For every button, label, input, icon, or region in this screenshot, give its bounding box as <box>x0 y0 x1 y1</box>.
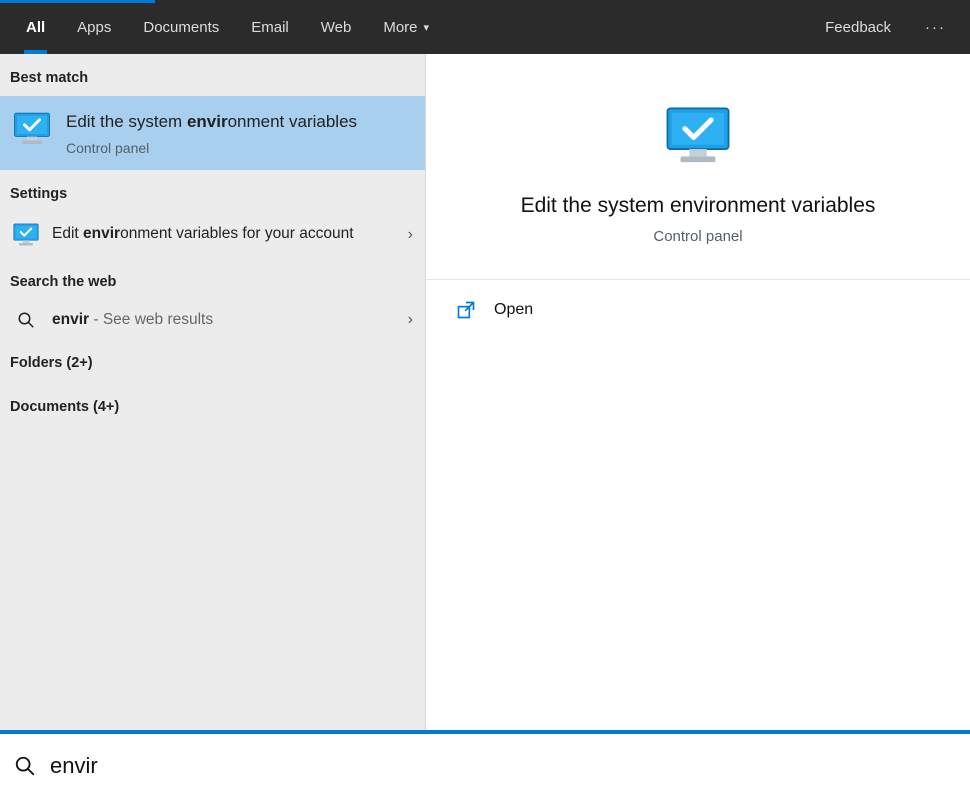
tab-email[interactable]: Email <box>235 0 305 54</box>
feedback-link[interactable]: Feedback <box>805 19 911 36</box>
tab-apps-label: Apps <box>77 19 111 36</box>
web-item-bold: envir <box>52 311 89 328</box>
best-match-subtitle: Control panel <box>66 140 357 156</box>
tab-web-label: Web <box>321 19 352 36</box>
tab-more-label: More <box>383 19 417 36</box>
result-web-item[interactable]: envir - See web results › <box>0 300 425 341</box>
tab-email-label: Email <box>251 19 289 36</box>
main-area: Best match Edit the system environment v… <box>0 54 970 732</box>
search-icon <box>14 755 36 777</box>
section-search-web: Search the web <box>0 258 425 300</box>
preview-header: Edit the system environment variables Co… <box>426 54 970 280</box>
filter-tab-bar: All Apps Documents Email Web More ▾ Feed… <box>0 0 970 54</box>
search-bar <box>0 732 970 798</box>
best-match-title: Edit the system environment variables <box>66 110 357 134</box>
tab-documents[interactable]: Documents <box>127 0 235 54</box>
tab-all-label: All <box>26 19 45 36</box>
settings-item-post: onment variables for your account <box>120 225 353 242</box>
preview-pane: Edit the system environment variables Co… <box>426 54 970 730</box>
tab-all[interactable]: All <box>10 0 61 54</box>
monitor-check-icon <box>12 222 40 248</box>
preview-title: Edit the system environment variables <box>521 194 876 218</box>
tab-web[interactable]: Web <box>305 0 368 54</box>
open-icon <box>456 300 476 320</box>
tab-documents-label: Documents <box>143 19 219 36</box>
action-open[interactable]: Open <box>426 280 970 340</box>
preview-subtitle: Control panel <box>653 228 742 245</box>
ellipsis-icon: ··· <box>925 19 946 36</box>
search-input[interactable] <box>50 753 956 779</box>
web-item-suffix: - See web results <box>89 311 213 328</box>
feedback-label: Feedback <box>825 19 891 36</box>
web-item-text: envir - See web results <box>52 310 396 331</box>
result-settings-item[interactable]: Edit environment variables for your acco… <box>0 212 425 258</box>
settings-item-pre: Edit <box>52 225 83 242</box>
monitor-check-icon <box>662 104 734 168</box>
action-open-label: Open <box>494 301 533 319</box>
tab-apps[interactable]: Apps <box>61 0 127 54</box>
best-match-title-pre: Edit the system <box>66 112 187 131</box>
result-best-match[interactable]: Edit the system environment variables Co… <box>0 96 425 170</box>
section-folders[interactable]: Folders (2+) <box>0 341 425 385</box>
monitor-check-icon <box>12 110 52 148</box>
results-pane: Best match Edit the system environment v… <box>0 54 426 730</box>
settings-item-text: Edit environment variables for your acco… <box>52 224 396 245</box>
tab-more[interactable]: More ▾ <box>367 0 445 54</box>
search-icon <box>17 311 35 329</box>
more-options-button[interactable]: ··· <box>911 19 960 36</box>
section-settings: Settings <box>0 170 425 212</box>
settings-item-bold: envir <box>83 225 120 242</box>
section-documents[interactable]: Documents (4+) <box>0 385 425 429</box>
section-best-match: Best match <box>0 54 425 96</box>
chevron-right-icon: › <box>408 311 413 329</box>
best-match-title-bold: envir <box>187 112 228 131</box>
chevron-down-icon: ▾ <box>424 21 430 34</box>
best-match-title-post: onment variables <box>228 112 357 131</box>
chevron-right-icon: › <box>408 226 413 244</box>
